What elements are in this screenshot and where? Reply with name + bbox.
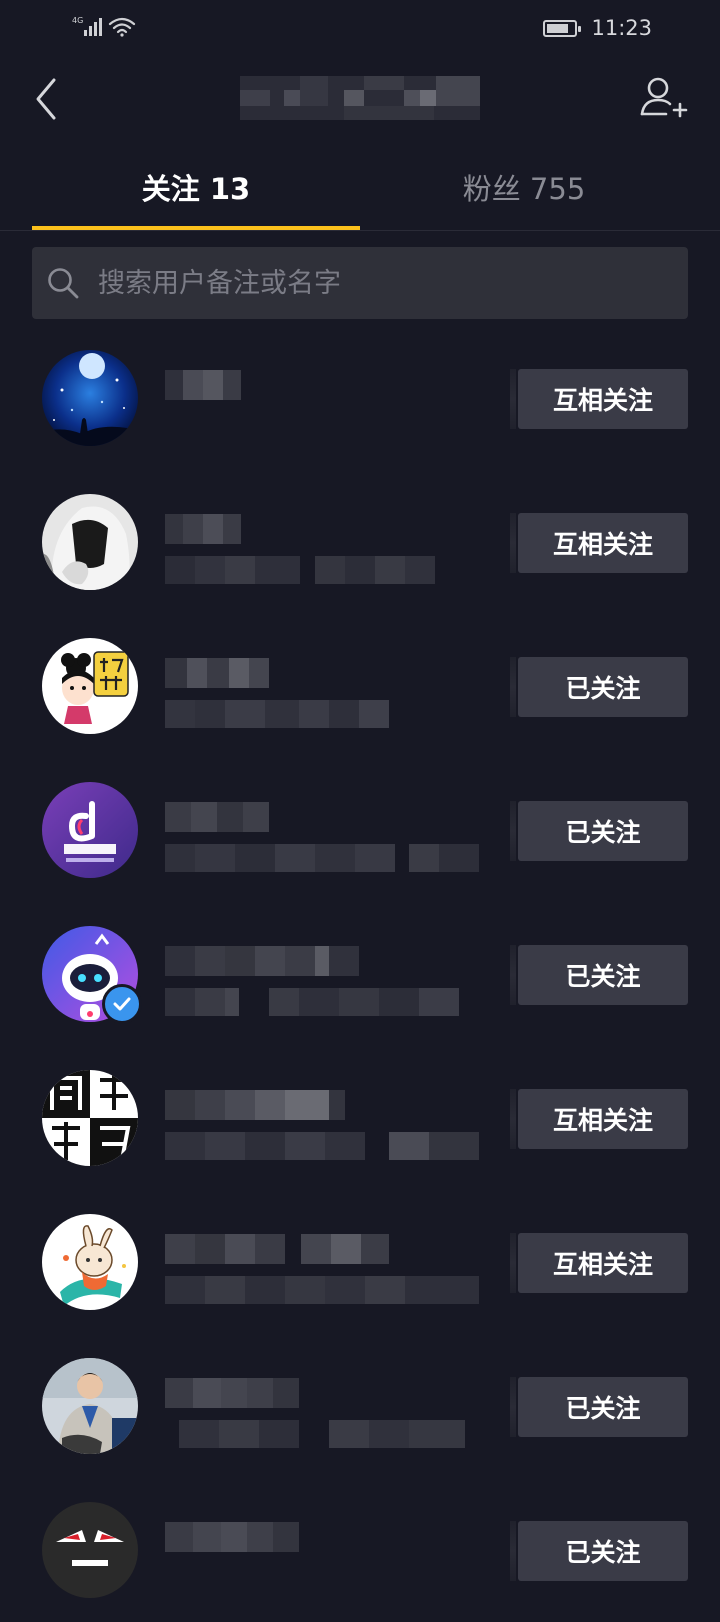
status-right-group: 11:23 bbox=[543, 14, 652, 42]
page-title bbox=[240, 76, 480, 120]
list-item[interactable]: 已关注 bbox=[0, 902, 720, 1046]
search-box[interactable] bbox=[32, 247, 688, 319]
list-item[interactable]: 互相关注 bbox=[0, 1046, 720, 1190]
haowu-cartoon-avatar[interactable] bbox=[42, 638, 138, 734]
mutual-follow-button[interactable]: 互相关注 bbox=[510, 1233, 688, 1293]
user-name bbox=[165, 1378, 299, 1408]
signal-wifi-indicators: 4G bbox=[72, 14, 138, 40]
user-description bbox=[165, 988, 479, 1016]
followed-button[interactable]: 已关注 bbox=[510, 657, 688, 717]
user-description bbox=[165, 1132, 479, 1160]
man-in-suit-avatar[interactable] bbox=[42, 1358, 138, 1454]
user-name bbox=[165, 370, 241, 400]
list-item[interactable]: 已关注 bbox=[0, 1478, 720, 1622]
network-type-label: 4G bbox=[72, 16, 83, 25]
list-item[interactable]: 互相关注 bbox=[0, 1190, 720, 1334]
user-name bbox=[165, 514, 241, 544]
tab-fans[interactable]: 粉丝 755 bbox=[360, 144, 688, 230]
cellular-signal-icon: 4G bbox=[72, 16, 136, 37]
user-name bbox=[165, 1522, 299, 1552]
verified-badge bbox=[102, 984, 142, 1024]
list-item[interactable]: 互相关注 bbox=[0, 470, 720, 614]
mutual-follow-button[interactable]: 互相关注 bbox=[510, 513, 688, 573]
tab-following[interactable]: 关注 13 bbox=[32, 144, 360, 230]
list-item[interactable]: 已关注 bbox=[0, 1334, 720, 1478]
list-item[interactable]: 已关注 bbox=[0, 614, 720, 758]
user-description bbox=[165, 844, 479, 872]
status-bar: 4G 11:23 bbox=[0, 0, 720, 56]
followed-button[interactable]: 已关注 bbox=[510, 1521, 688, 1581]
followed-button[interactable]: 已关注 bbox=[510, 945, 688, 1005]
wifi-icon bbox=[108, 17, 136, 37]
active-tab-indicator bbox=[32, 226, 360, 230]
user-name bbox=[165, 1234, 389, 1264]
chevron-left-icon bbox=[36, 78, 56, 120]
shaking-tech-logo-avatar[interactable] bbox=[42, 782, 138, 878]
user-name bbox=[165, 1090, 345, 1120]
search-icon bbox=[48, 268, 79, 299]
add-friend-button[interactable] bbox=[636, 74, 692, 124]
back-button[interactable] bbox=[28, 74, 68, 124]
nav-bar bbox=[0, 56, 720, 142]
battery-icon bbox=[543, 19, 582, 37]
user-description bbox=[165, 700, 389, 728]
user-name bbox=[165, 946, 359, 976]
mutual-follow-button[interactable]: 互相关注 bbox=[510, 1089, 688, 1149]
followed-button[interactable]: 已关注 bbox=[510, 801, 688, 861]
followed-button[interactable]: 已关注 bbox=[510, 1377, 688, 1437]
add-user-icon bbox=[640, 77, 688, 118]
user-description bbox=[165, 1420, 465, 1448]
rabbit-cartoon-avatar[interactable] bbox=[42, 1214, 138, 1310]
list-item[interactable]: 互相关注 bbox=[0, 326, 720, 470]
user-description bbox=[165, 556, 435, 584]
user-description bbox=[165, 1276, 479, 1304]
checkmark-icon bbox=[113, 997, 131, 1011]
follow-tabs: 关注 13 粉丝 755 bbox=[0, 144, 720, 231]
list-item[interactable]: 已关注 bbox=[0, 758, 720, 902]
user-name bbox=[165, 658, 269, 688]
mutual-follow-button[interactable]: 互相关注 bbox=[510, 369, 688, 429]
zhichang-jiqiao-logo-avatar[interactable] bbox=[42, 1070, 138, 1166]
search-input[interactable] bbox=[96, 266, 688, 300]
hooded-figure-avatar[interactable] bbox=[42, 494, 138, 590]
clock: 11:23 bbox=[591, 16, 652, 40]
starry-sky-avatar[interactable] bbox=[42, 350, 138, 446]
black-mask-avatar[interactable] bbox=[42, 1502, 138, 1598]
user-name bbox=[165, 802, 269, 832]
